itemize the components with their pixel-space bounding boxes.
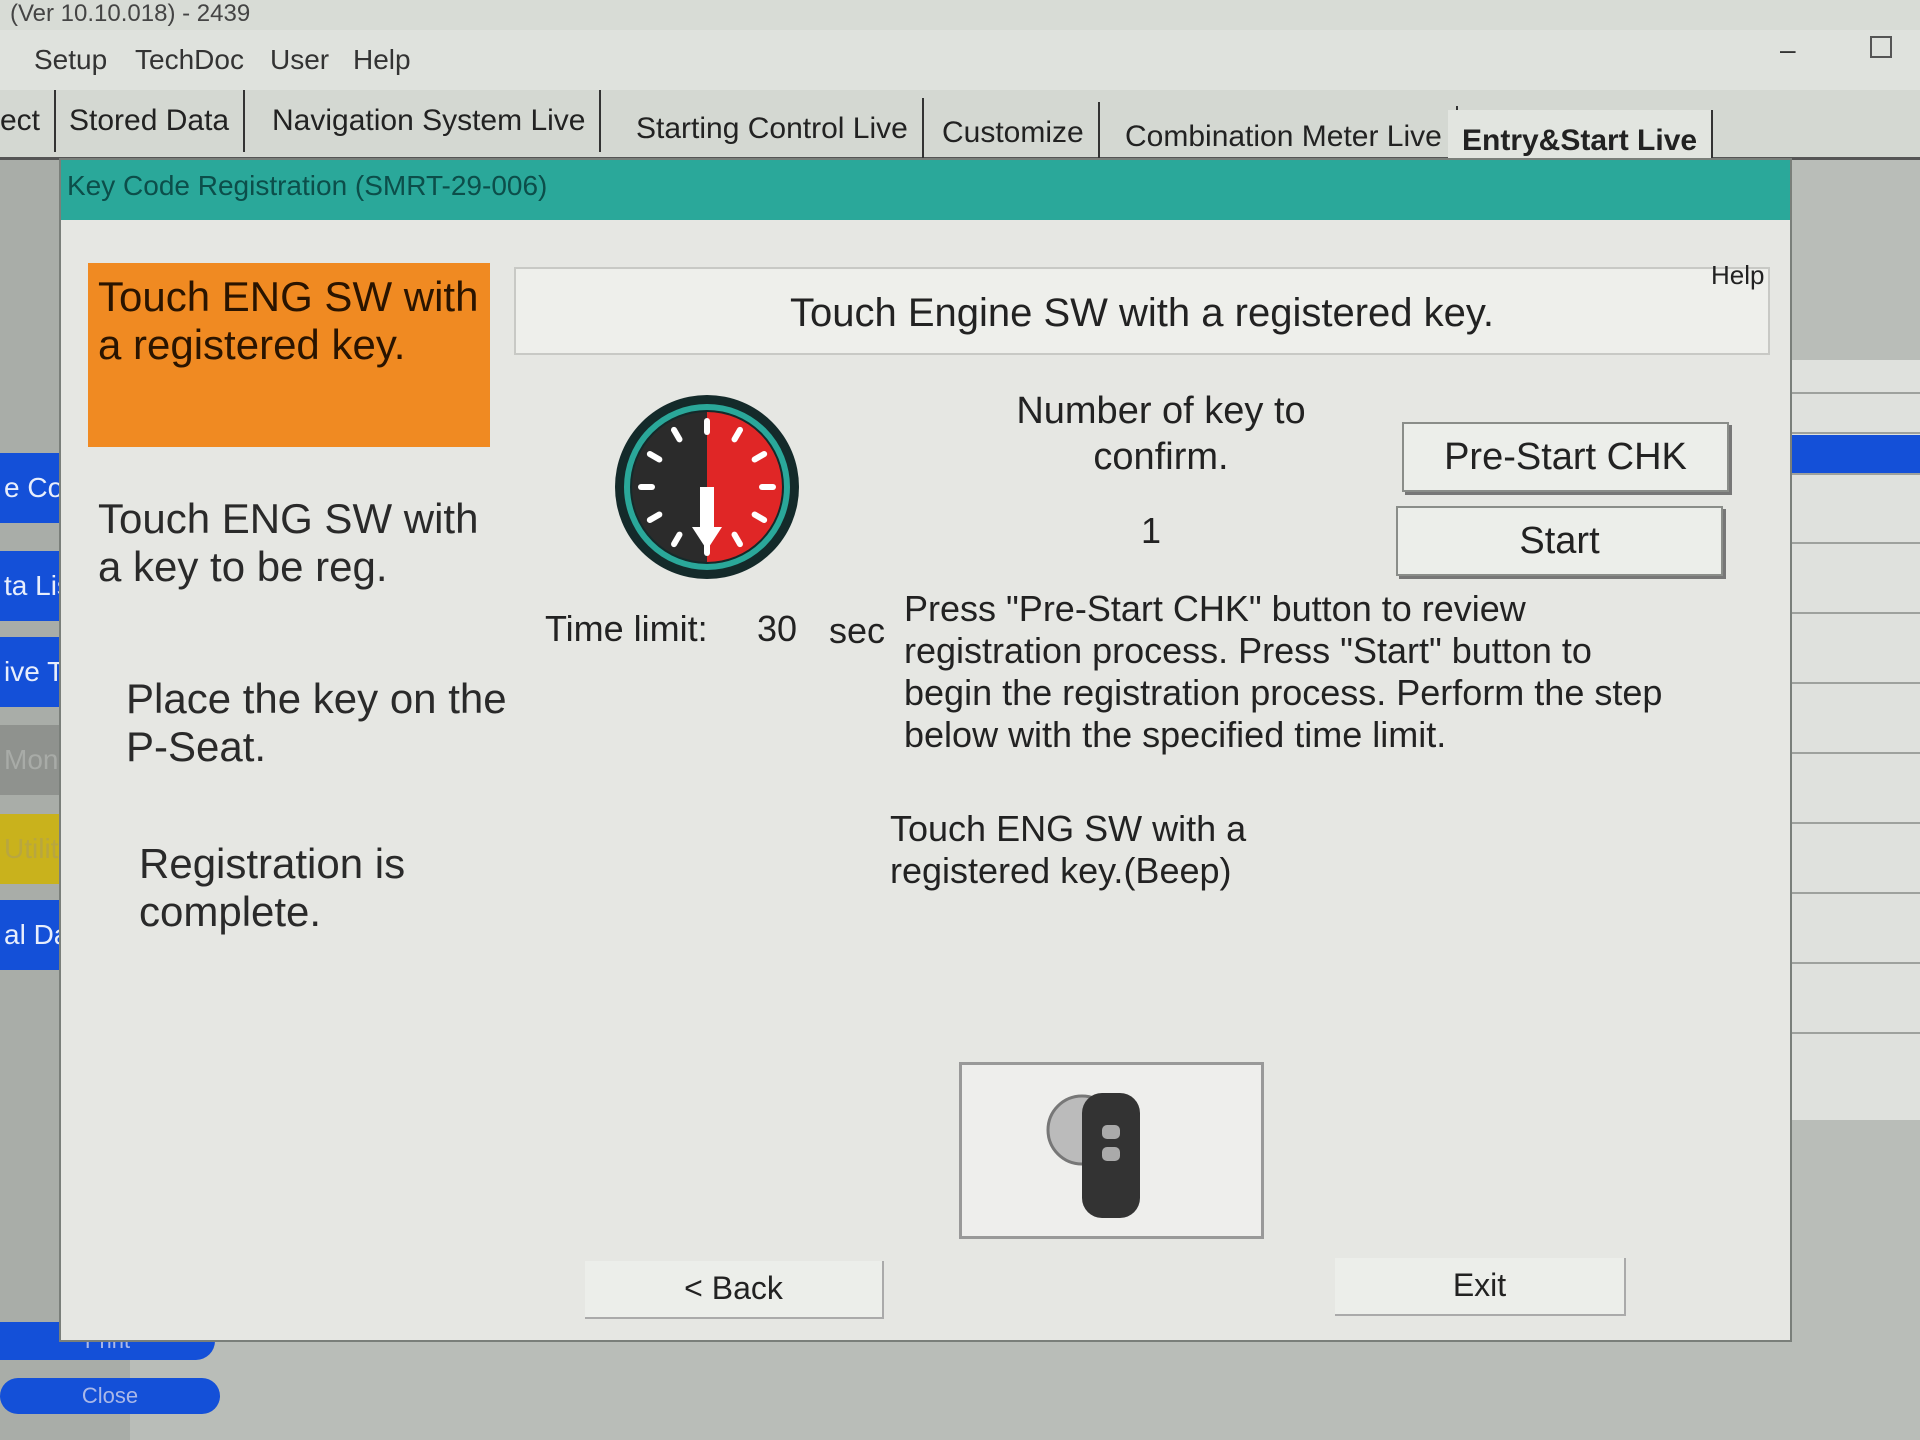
tab-combination-meter-live[interactable]: Combination Meter Live [1111, 106, 1458, 168]
minimize-button[interactable]: – [1780, 34, 1796, 66]
step-3: Place the key on the P-Seat. [126, 675, 507, 770]
key-code-registration-dialog: Key Code Registration (SMRT-29-006) Touc… [61, 160, 1790, 1340]
tab-stored-data[interactable]: Stored Data [55, 90, 246, 152]
close-button[interactable]: Close [0, 1378, 220, 1414]
list-row[interactable] [1770, 400, 1920, 434]
tab-select[interactable]: ect [0, 90, 57, 152]
key-count-value: 1 [1141, 510, 1162, 551]
window-title: (Ver 10.10.018) - 2439 [0, 0, 1920, 30]
time-limit-label: Time limit: [545, 608, 708, 649]
smart-key-icon [1046, 1093, 1140, 1218]
list-row[interactable] [1770, 580, 1920, 614]
list-row[interactable] [1770, 860, 1920, 894]
tab-customize[interactable]: Customize [928, 102, 1100, 164]
step-1-current: Touch ENG SW with a registered key. [88, 263, 490, 447]
timer-clock-icon [615, 395, 799, 579]
smart-key-image [959, 1062, 1264, 1239]
time-limit-unit: sec [829, 610, 886, 651]
menu-setup[interactable]: Setup [34, 44, 107, 76]
tab-navigation-system-live[interactable]: Navigation System Live [258, 90, 602, 152]
list-row[interactable] [1770, 360, 1920, 394]
start-button[interactable]: Start [1396, 506, 1723, 576]
right-list-panel [1770, 360, 1920, 1120]
step-hint: Touch ENG SW with a registered key.(Beep… [890, 808, 1247, 891]
key-count-label: Number of key to confirm. [1016, 390, 1306, 478]
back-button[interactable]: < Back [585, 1261, 884, 1319]
menu-user[interactable]: User [270, 44, 329, 76]
time-limit-value: 30 [757, 608, 798, 649]
description-text: Press "Pre-Start CHK" button to review r… [904, 588, 1663, 755]
list-row[interactable] [1770, 720, 1920, 754]
dialog-title: Key Code Registration (SMRT-29-006) [61, 160, 1790, 220]
instruction-box: Touch Engine SW with a registered key. [514, 267, 1770, 355]
pre-start-chk-button[interactable]: Pre-Start CHK [1402, 422, 1729, 492]
help-link[interactable]: Help [1711, 260, 1764, 291]
list-row-selected[interactable] [1770, 435, 1920, 475]
maximize-button[interactable] [1870, 36, 1892, 58]
list-row[interactable] [1770, 930, 1920, 964]
menu-bar: Setup TechDoc User Help – [0, 30, 1920, 90]
list-row[interactable] [1770, 1000, 1920, 1034]
tab-starting-control-live[interactable]: Starting Control Live [622, 98, 924, 160]
exit-button[interactable]: Exit [1335, 1258, 1626, 1316]
step-2: Touch ENG SW with a key to be reg. [98, 495, 479, 590]
step-4: Registration is complete. [139, 840, 406, 935]
list-row[interactable] [1770, 790, 1920, 824]
menu-techdoc[interactable]: TechDoc [135, 44, 244, 76]
tab-bar: ect Stored Data Navigation System Live S… [0, 90, 1920, 172]
list-row[interactable] [1770, 510, 1920, 544]
menu-help[interactable]: Help [353, 44, 411, 76]
list-row[interactable] [1770, 650, 1920, 684]
